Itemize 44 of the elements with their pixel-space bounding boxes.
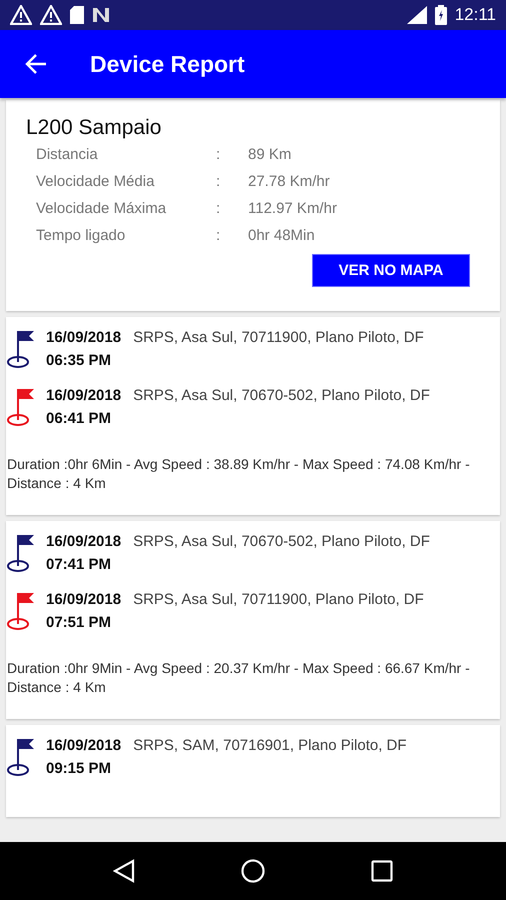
view-on-map-button[interactable]: VER NO MAPA [312,254,470,287]
stat-value: 27.78 Km/hr [248,173,331,190]
trip-time: 07:41 PM [46,556,112,573]
trip-address: SRPS, Asa Sul, 70711900, Plano Piloto, DF [133,591,424,608]
battery-icon [434,5,447,25]
clock-time: 12:11 [454,5,496,25]
trip-time: 06:35 PM [46,352,112,369]
trip-date: 16/09/2018 [46,387,122,404]
trip-date: 16/09/2018 [46,533,122,550]
trip-time: 09:15 PM [46,760,112,777]
screen-title: Device Report [90,50,245,78]
flag-icon [6,387,34,427]
separator-colon: : [216,173,222,190]
separator-colon: : [216,146,222,163]
trip-time: 07:51 PM [46,614,112,631]
trip-time: 06:41 PM [46,410,112,427]
stat-value: 0hr 48Min [248,227,316,244]
stat-label: Velocidade Máxima [36,200,168,217]
n-logo-icon [92,7,110,23]
trip-address: SRPS, Asa Sul, 70711900, Plano Piloto, DF [133,329,424,346]
warning-icon [10,5,32,25]
stat-label: Velocidade Média [36,173,156,190]
device-name: L200 Sampaio [26,116,162,140]
trip-summary: Duration :0hr 9Min - Avg Speed : 20.37 Km/hr - Max Speed : 66.67 Km/hr - Distance : 4 Km [6,659,471,697]
separator-colon: : [216,227,222,244]
stat-label: Distancia [36,146,99,163]
trip-address: SRPS, Asa Sul, 70670-502, Plano Piloto, DF [133,533,430,550]
sd-card-icon [70,6,84,24]
trip-date: 16/09/2018 [46,737,122,754]
trip-date: 16/09/2018 [46,329,122,346]
trip-date: 16/09/2018 [46,591,122,608]
trip-summary: Duration :0hr 6Min - Avg Speed : 38.89 Km/hr - Max Speed : 74.08 Km/hr - Distance : 4 Km [6,455,471,493]
trip-address: SRPS, SAM, 70716901, Plano Piloto, DF [133,737,407,754]
stat-label: Tempo ligado [36,227,126,244]
stat-value: 89 Km [248,146,292,163]
separator-colon: : [216,200,222,217]
flag-icon [6,591,34,631]
flag-icon [6,737,34,777]
flag-icon [6,329,34,369]
stat-value: 112.97 Km/hr [248,200,338,217]
flag-icon [6,533,34,573]
trip-address: SRPS, Asa Sul, 70670-502, Plano Piloto, DF [133,387,430,404]
warning-icon [40,5,62,25]
signal-icon [406,6,427,24]
